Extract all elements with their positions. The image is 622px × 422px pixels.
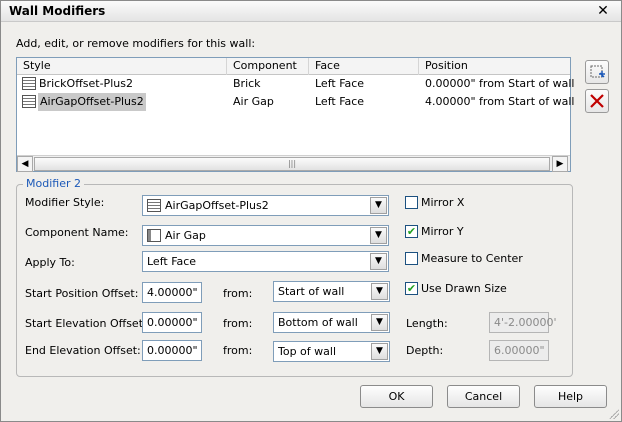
depth-label: Depth: [406, 344, 444, 357]
delete-modifier-button[interactable] [585, 89, 609, 113]
start-position-offset-input[interactable]: 4.00000" [142, 282, 202, 303]
start-elevation-from-dropdown[interactable]: Bottom of wall ▼ [273, 312, 390, 333]
scroll-right-icon[interactable]: ▶ [552, 156, 568, 172]
start-position-from-value: Start of wall [278, 285, 345, 298]
modifier-group-title: Modifier 2 [23, 177, 84, 190]
chevron-down-icon[interactable]: ▼ [370, 197, 387, 214]
wall-modifier-style-icon [147, 199, 161, 212]
help-button[interactable]: Help [534, 385, 607, 408]
mirror-x-checkbox[interactable] [405, 196, 418, 209]
modifier-style-dropdown[interactable]: AirGapOffset-Plus2 ▼ [142, 195, 389, 216]
chevron-down-icon[interactable]: ▼ [371, 343, 388, 360]
column-header-position[interactable]: Position [419, 58, 570, 75]
end-elevation-offset-label: End Elevation Offset: [25, 344, 141, 357]
row-style-selected: AirGapOffset-Plus2 [38, 93, 146, 111]
apply-to-dropdown[interactable]: Left Face ▼ [142, 251, 389, 272]
chevron-down-icon[interactable]: ▼ [371, 314, 388, 331]
modifier-style-value: AirGapOffset-Plus2 [165, 199, 269, 212]
row-style: BrickOffset-Plus2 [39, 77, 133, 90]
close-button[interactable]: ✕ [595, 2, 611, 20]
add-modifier-button[interactable] [585, 60, 609, 84]
measure-to-center-label: Measure to Center [421, 252, 523, 265]
component-name-value: Air Gap [165, 229, 206, 242]
start-elevation-from-label: from: [223, 317, 253, 330]
end-elevation-offset-input[interactable]: 0.00000" [142, 340, 202, 361]
modifier-style-label: Modifier Style: [25, 196, 105, 209]
mirror-x-label: Mirror X [421, 196, 465, 209]
list-row[interactable]: BrickOffset-Plus2 Brick Left Face 0.0000… [17, 75, 574, 93]
measure-to-center-checkbox[interactable] [405, 252, 418, 265]
wall-modifiers-dialog: Wall Modifiers ✕ Add, edit, or remove mo… [0, 0, 622, 422]
scroll-thumb[interactable]: ||| [34, 157, 550, 171]
mirror-y-checkbox[interactable]: ✔ [405, 225, 418, 238]
component-icon [147, 229, 161, 242]
depth-input: 6.00000" [489, 340, 549, 361]
component-name-label: Component Name: [25, 226, 129, 239]
length-input: 4'-2.00000' [489, 312, 557, 333]
component-name-dropdown[interactable]: Air Gap ▼ [142, 225, 389, 246]
row-component: Brick [233, 77, 261, 90]
dialog-title: Wall Modifiers [9, 4, 106, 18]
end-elevation-from-label: from: [223, 344, 253, 357]
start-elevation-offset-label: Start Elevation Offset: [25, 317, 147, 330]
start-elevation-from-value: Bottom of wall [278, 316, 358, 329]
apply-to-value: Left Face [147, 255, 197, 268]
row-component: Air Gap [233, 95, 274, 108]
add-modifier-icon [590, 65, 605, 78]
resize-grip-icon[interactable] [609, 409, 619, 419]
column-header-component[interactable]: Component [227, 58, 309, 75]
horizontal-scrollbar[interactable]: ◀ ||| ▶ [17, 155, 570, 172]
wall-modifier-style-icon [22, 95, 36, 108]
scroll-left-icon[interactable]: ◀ [17, 156, 33, 172]
column-header-face[interactable]: Face [309, 58, 419, 75]
chevron-down-icon[interactable]: ▼ [370, 253, 387, 270]
use-drawn-size-checkbox[interactable]: ✔ [405, 282, 418, 295]
list-header: Style Component Face Position [17, 58, 570, 75]
row-face: Left Face [315, 95, 365, 108]
ok-button[interactable]: OK [360, 385, 433, 408]
column-header-style[interactable]: Style [17, 58, 227, 75]
row-position: 0.00000" from Start of wall [425, 77, 575, 90]
delete-icon [590, 94, 604, 108]
start-position-from-dropdown[interactable]: Start of wall ▼ [273, 281, 390, 302]
apply-to-label: Apply To: [25, 256, 75, 269]
start-position-from-label: from: [223, 287, 253, 300]
instruction-text: Add, edit, or remove modifiers for this … [16, 37, 256, 50]
cancel-button[interactable]: Cancel [447, 385, 520, 408]
length-label: Length: [406, 317, 448, 330]
row-position: 4.00000" from Start of wall [425, 95, 575, 108]
end-elevation-from-dropdown[interactable]: Top of wall ▼ [273, 341, 390, 362]
start-position-offset-label: Start Position Offset: [25, 287, 139, 300]
modifiers-list[interactable]: Style Component Face Position BrickOffse… [16, 57, 574, 172]
title-bar[interactable]: Wall Modifiers ✕ [1, 1, 621, 22]
chevron-down-icon[interactable]: ▼ [371, 283, 388, 300]
list-row[interactable]: AirGapOffset-Plus2 Air Gap Left Face 4.0… [17, 93, 574, 111]
use-drawn-size-label: Use Drawn Size [421, 282, 507, 295]
start-elevation-offset-input[interactable]: 0.00000" [142, 312, 202, 333]
row-face: Left Face [315, 77, 365, 90]
end-elevation-from-value: Top of wall [278, 345, 337, 358]
chevron-down-icon[interactable]: ▼ [370, 227, 387, 244]
wall-modifier-style-icon [22, 77, 36, 90]
mirror-y-label: Mirror Y [421, 225, 464, 238]
